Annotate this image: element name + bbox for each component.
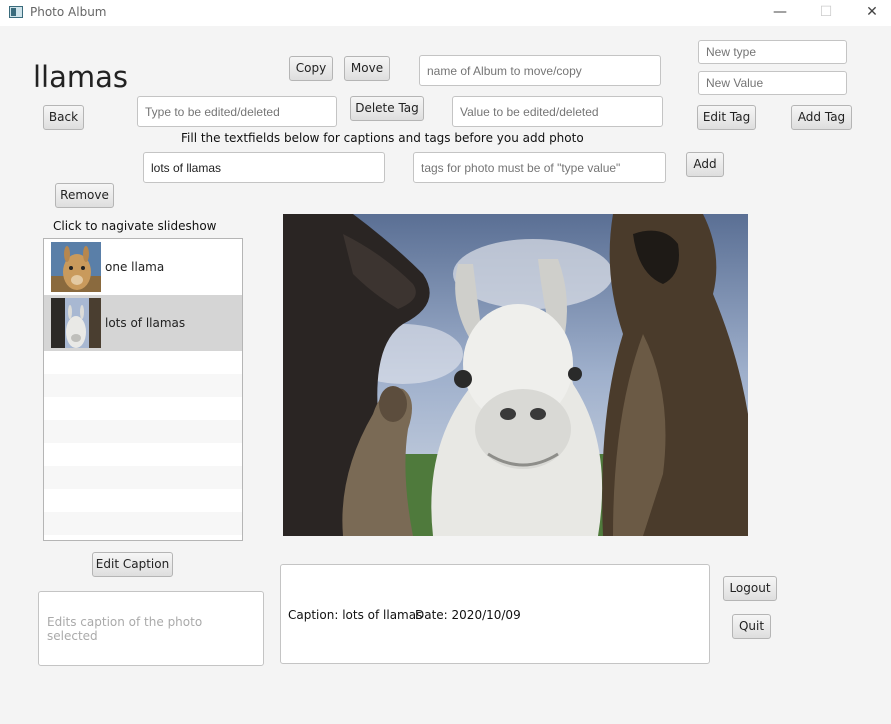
edit-tag-button[interactable]: Edit Tag: [697, 105, 756, 130]
minimize-icon[interactable]: —: [769, 2, 791, 22]
tag-value-edit-input[interactable]: [452, 96, 663, 127]
tag-type-edit-input[interactable]: [137, 96, 337, 127]
album-title: llamas: [33, 60, 129, 94]
empty-row: [44, 489, 242, 512]
app-window-icon: [9, 6, 23, 18]
photo-caption: one llama: [105, 260, 165, 274]
window-title: Photo Album: [30, 5, 107, 19]
instructions-label: Fill the textfields below for captions a…: [181, 131, 584, 145]
photo-list[interactable]: one llama lots of llamas: [43, 238, 243, 541]
move-button[interactable]: Move: [344, 56, 390, 81]
selected-photo-display: [283, 214, 748, 536]
photo-caption-detail: Caption: lots of llamas: [288, 608, 423, 622]
empty-row: [44, 443, 242, 466]
photo-caption: lots of llamas: [105, 316, 186, 330]
quit-button[interactable]: Quit: [732, 614, 771, 639]
empty-row: [44, 420, 242, 443]
add-photo-button[interactable]: Add: [686, 152, 724, 177]
new-type-input[interactable]: [698, 40, 847, 64]
caption-edit-textarea[interactable]: Edits caption of the photo selected: [38, 591, 264, 666]
logout-button[interactable]: Logout: [723, 576, 777, 601]
llama-thumbnail: [51, 242, 101, 292]
edit-caption-button[interactable]: Edit Caption: [92, 552, 173, 577]
add-tag-button[interactable]: Add Tag: [791, 105, 852, 130]
new-tags-input[interactable]: [413, 152, 666, 183]
maximize-icon[interactable]: ☐: [815, 2, 837, 22]
copy-button[interactable]: Copy: [289, 56, 333, 81]
remove-photo-button[interactable]: Remove: [55, 183, 114, 208]
photo-list-item[interactable]: one llama: [44, 239, 242, 295]
empty-row: [44, 374, 242, 397]
new-value-input[interactable]: [698, 71, 847, 95]
close-icon[interactable]: ✕: [861, 2, 883, 22]
empty-row: [44, 466, 242, 489]
delete-tag-button[interactable]: Delete Tag: [350, 96, 424, 121]
empty-row: [44, 397, 242, 420]
photo-details-box: Caption: lots of llamas Date: 2020/10/09: [280, 564, 710, 664]
new-caption-input[interactable]: [143, 152, 385, 183]
album-target-input[interactable]: [419, 55, 661, 86]
back-button[interactable]: Back: [43, 105, 84, 130]
empty-row: [44, 512, 242, 535]
title-bar: [0, 0, 891, 26]
llamas-thumbnail: [51, 298, 101, 348]
slideshow-hint-label: Click to nagivate slideshow: [53, 219, 217, 233]
photo-date-detail: Date: 2020/10/09: [415, 608, 521, 622]
photo-list-item-selected[interactable]: lots of llamas: [44, 295, 242, 351]
